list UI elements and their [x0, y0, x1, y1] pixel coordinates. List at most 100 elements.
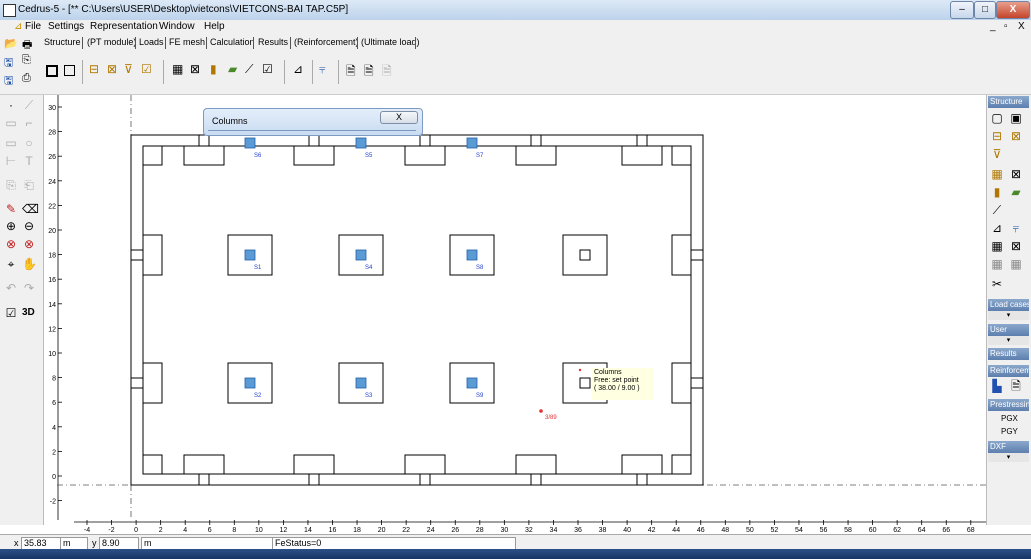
slab-element-icon[interactable]	[64, 65, 75, 76]
polyline-tool-icon[interactable]: ⌐	[22, 116, 36, 130]
zoom-in-icon[interactable]: ⊕	[4, 219, 18, 233]
floor-plan[interactable]: 302826242220181614121086420-2 S6 S5 S7S1 S4…	[44, 95, 986, 520]
copy-icon[interactable]: ⎘	[22, 54, 31, 67]
column	[466, 249, 478, 261]
save-icon[interactable]: 🖫	[4, 54, 13, 73]
load-cases-header[interactable]: Load cases	[988, 299, 1029, 311]
tab-pt-module[interactable]: (PT module)	[87, 37, 136, 47]
mesh-icon[interactable]: ▦	[989, 239, 1005, 253]
support-point-icon[interactable]: ⊽	[989, 147, 1005, 161]
reinforcement-bar-icon[interactable]: ▙	[989, 379, 1005, 393]
support-split-icon[interactable]: ⊠	[107, 62, 117, 76]
dialog-close-button[interactable]: X	[380, 111, 418, 124]
rect-tool-icon[interactable]: ▭	[4, 116, 18, 130]
minimize-button[interactable]: –	[950, 1, 974, 19]
support-split-icon[interactable]: ⊠	[1008, 129, 1024, 143]
wall-icon[interactable]: ▰	[1008, 185, 1024, 199]
reinforcement-header[interactable]: Reinforcem	[988, 365, 1029, 377]
mdi-close-button[interactable]: X	[1018, 21, 1025, 32]
mdi-restore-button[interactable]: ▫	[1004, 21, 1008, 32]
pencil-icon[interactable]: ✎	[4, 202, 18, 216]
export-icon[interactable]: ⎙	[22, 72, 31, 85]
menu-help[interactable]: Help	[204, 21, 225, 32]
grid-fine-icon[interactable]: ▦	[1008, 257, 1024, 271]
column-split-icon[interactable]: ⊠	[1008, 167, 1024, 181]
tab-results[interactable]: Results	[258, 37, 288, 47]
tab-reinforcement[interactable]: (Reinforcement)	[294, 37, 359, 47]
tendon-icon[interactable]: ⫧	[319, 62, 326, 77]
column-split-icon[interactable]: ⊠	[190, 62, 200, 76]
column-grid-icon[interactable]: ▦	[989, 167, 1005, 181]
new-slab-icon[interactable]	[46, 65, 58, 77]
columns-dialog[interactable]: Columns X	[203, 108, 423, 136]
support-edit-icon[interactable]: ⊽	[124, 62, 133, 76]
menu-settings[interactable]: Settings	[48, 21, 84, 32]
menu-file[interactable]: File	[25, 21, 41, 32]
line-load-icon[interactable]: ⟋	[989, 203, 1005, 217]
grid-icon[interactable]: ▦	[989, 257, 1005, 271]
pgx-button[interactable]: PGX	[1001, 414, 1018, 423]
load-cases-dropdown[interactable]: ▾	[988, 311, 1029, 320]
drawing-canvas[interactable]: 30 28 26 24 22 20 18 16 14 12 10 8 6 4 2 0 -2 S6 S5 S7 S1 S4…	[44, 95, 986, 520]
tab-structure[interactable]: Structure	[44, 37, 81, 47]
line-tool-icon[interactable]: ⟋	[22, 98, 36, 112]
beam-icon[interactable]: ⊿	[293, 62, 303, 76]
column-grid-icon[interactable]: ▦	[172, 62, 183, 76]
scissors-icon[interactable]: ✂	[989, 277, 1005, 291]
check-box-icon[interactable]: ☑	[262, 62, 273, 76]
wall-icon[interactable]: ▰	[228, 62, 237, 76]
support-notch-left	[130, 249, 144, 261]
save-as-icon[interactable]: 🖫	[4, 72, 13, 91]
tab-fe-mesh[interactable]: FE mesh	[169, 37, 205, 47]
zoom-out-icon[interactable]: ⊖	[22, 219, 36, 233]
menu-representation[interactable]: Representation	[90, 21, 158, 32]
results-header[interactable]: Results	[988, 348, 1029, 360]
menu-window[interactable]: Window	[159, 21, 195, 32]
edit-line-icon[interactable]: ⟋	[245, 62, 253, 77]
reinforcement-doc-icon[interactable]: 🗎	[1008, 379, 1024, 393]
undo-icon[interactable]: ↶	[4, 281, 18, 295]
open-icon[interactable]: 📂	[4, 37, 18, 50]
text-tool-icon[interactable]: T	[22, 154, 36, 168]
user-header[interactable]: User	[988, 324, 1029, 336]
prestressing-header[interactable]: Prestressin	[988, 399, 1029, 411]
restore-button[interactable]: □	[974, 1, 996, 19]
view-3d-button[interactable]: 3D	[22, 307, 35, 318]
eraser-icon[interactable]: ⌫	[22, 202, 39, 216]
view-check-icon[interactable]: ☑	[4, 306, 18, 320]
pan-hand-icon[interactable]: ✋	[22, 257, 37, 271]
dxf-header[interactable]: DXF	[988, 441, 1029, 453]
opening-icon[interactable]: ▣	[1008, 111, 1024, 125]
redo-icon[interactable]: ↷	[22, 281, 36, 295]
support-line-icon[interactable]: ⊟	[89, 62, 99, 76]
zoom-all-icon[interactable]: ⊗	[22, 237, 36, 251]
x-tick-label: 36	[574, 527, 582, 534]
zoom-fit-icon[interactable]: ⌖	[4, 257, 18, 271]
corner-tool-icon[interactable]: ▭	[4, 136, 18, 150]
close-button[interactable]: X	[996, 1, 1030, 19]
column-icon[interactable]: ▮	[989, 185, 1005, 199]
dimension-tool-icon[interactable]: ⊢	[4, 154, 18, 168]
circle-tool-icon[interactable]: ○	[22, 136, 36, 150]
tab-loads[interactable]: Loads	[139, 37, 164, 47]
document-check-icon[interactable]: 🗎	[364, 62, 374, 83]
mdi-minimize-button[interactable]: _	[990, 21, 996, 32]
document-icon[interactable]: 🗎	[346, 62, 356, 83]
user-dropdown[interactable]: ▾	[988, 336, 1029, 345]
structure-header[interactable]: Structure	[988, 96, 1029, 108]
slab-icon[interactable]: ▢	[989, 111, 1005, 125]
paste-tool-icon[interactable]: ⎗	[22, 178, 36, 192]
point-tool-icon[interactable]: ·	[4, 98, 18, 112]
mesh-split-icon[interactable]: ⊠	[1008, 239, 1024, 253]
pgy-button[interactable]: PGY	[1001, 427, 1018, 436]
beam-icon[interactable]: ⊿	[989, 221, 1005, 235]
tendon-icon[interactable]: ⫧	[1008, 221, 1024, 235]
support-check-icon[interactable]: ☑	[141, 62, 152, 76]
copy-tool-icon[interactable]: ⎘	[4, 178, 18, 192]
tab-calculation[interactable]: Calculation	[210, 37, 255, 47]
dxf-dropdown[interactable]: ▾	[988, 453, 1029, 462]
column-icon[interactable]: ▮	[210, 62, 217, 76]
zoom-window-icon[interactable]: ⊗	[4, 237, 18, 251]
support-icon[interactable]: ⊟	[989, 129, 1005, 143]
tab-ultimate-load[interactable]: (Ultimate load)	[361, 37, 420, 47]
